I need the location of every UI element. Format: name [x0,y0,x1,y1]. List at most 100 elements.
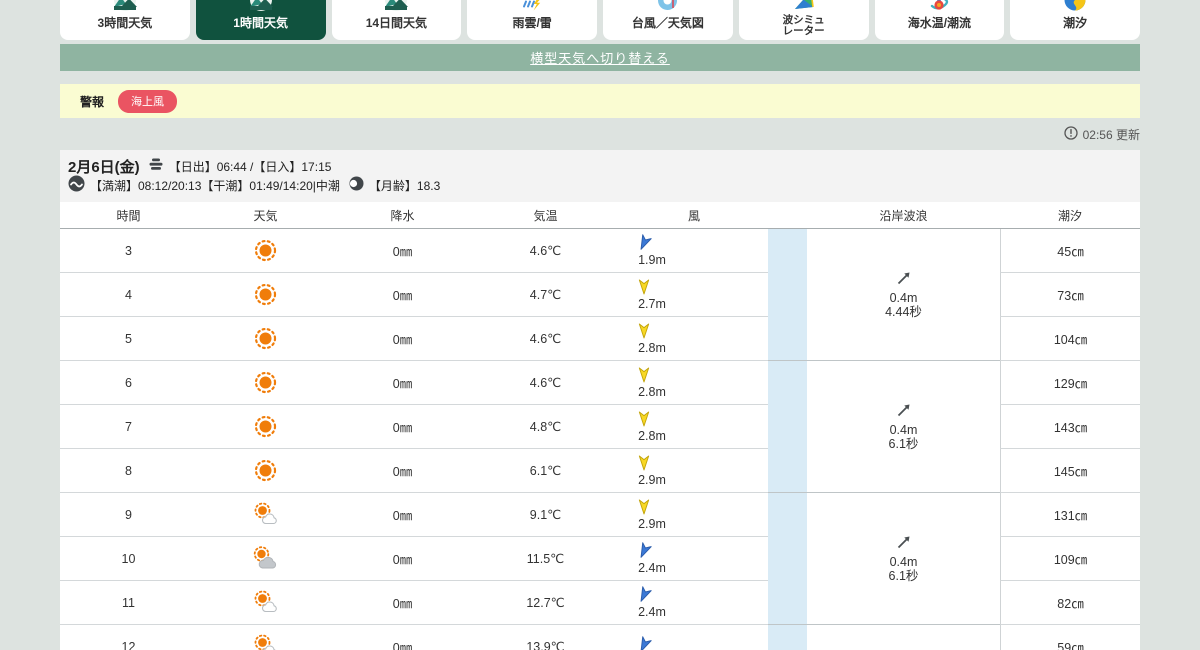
wind-direction-arrow-icon [636,541,652,562]
tide-cell: 143㎝ [1000,405,1140,449]
precip-cell: 0㎜ [334,537,471,581]
tide-cell: 73㎝ [1000,273,1140,317]
tab-label: 台風／天気図 [631,16,704,30]
temp-cell: 4.6℃ [471,361,620,405]
hour-cell: 8 [60,449,197,493]
hour-cell: 11 [60,581,197,625]
wind-speed: 2.8m [638,428,666,443]
switch-layout-link[interactable]: 横型天気へ切り替える [530,48,670,67]
precip-cell: 0㎜ [334,493,471,537]
coastal-wave-cell: 0.4m 6.1秒 [807,361,1000,493]
hour-cell: 7 [60,405,197,449]
wind-direction-arrow-icon [636,279,652,298]
tab-波シミュレーター[interactable]: 波シミュ レーター [738,0,869,40]
wind-cell: 2.9m [620,449,768,493]
wind-cell: 2.4m [620,581,768,625]
wind-cell: 1.9m [620,229,768,273]
tab-label: 潮汐 [1063,16,1088,30]
wave-height: 0.4m [889,422,918,437]
warning-bar: 警報 海上風 [60,84,1140,118]
forecast-icon [332,0,462,15]
sunset-icon [148,157,164,177]
temp-cell: 4.6℃ [471,317,620,361]
wind-direction-arrow-icon [636,367,652,386]
tab-label: 1時間天気 [233,16,288,30]
temp-cell: 12.7℃ [471,581,620,625]
wave-period: 6.1秒 [888,569,919,584]
tide-cell: 45㎝ [1000,229,1140,273]
temp-cell: 6.1℃ [471,449,620,493]
tide-cell: 59㎝ [1000,625,1140,650]
temp-cell: 13.9℃ [471,625,620,650]
wind-speed: 2.9m [638,472,666,487]
temp-cell: 4.7℃ [471,273,620,317]
column-header-6: 沿岸波浪 [807,202,1000,229]
weather-icon-sun-cloud [197,493,334,537]
warning-badge-sea-wind[interactable]: 海上風 [118,89,178,113]
wind-speed: 1.9m [638,252,666,267]
tab-3時間天気[interactable]: 3時間天気 [60,0,190,40]
layout-switch-banner: 横型天気へ切り替える [60,44,1140,71]
coastal-wave-cell: 0.4m 6.1秒 [807,493,1000,625]
wind-speed: 2.4m [638,560,666,575]
wind-cell: 2.7m [620,273,768,317]
wave-period: 6.1秒 [888,437,919,452]
precip-cell: 0㎜ [334,581,471,625]
hourly-weather-table: 時間 天気 降水 気温風沿岸波浪 潮汐 3 0㎜ 4.6℃ 1.9m 45㎝ 4 0㎜ 4.7℃ 2.7m… [60,202,1140,650]
wave-direction-arrow-icon [895,269,913,290]
weather-nav-tabs: 3時間天気 1時間天気 14日間天気 雨雲/雷 台風／天気図 波シミュ レーター 海水温/潮流… [60,0,1140,40]
wind-direction-arrow-icon [636,499,652,518]
tab-label: 14日間天気 [365,16,428,30]
wave-strip [768,537,807,581]
tab-label: 雨雲/雷 [512,16,552,30]
tide-icon [1010,0,1140,15]
temp-cell: 4.6℃ [471,229,620,273]
warning-label: 警報 [80,94,105,109]
wave-icon [68,175,85,197]
hour-cell: 5 [60,317,197,361]
tide-cell: 145㎝ [1000,449,1140,493]
wind-cell: 2.8m [620,317,768,361]
precip-cell: 0㎜ [334,317,471,361]
wave-strip [768,625,807,650]
tide-cell: 104㎝ [1000,317,1140,361]
wave-direction-arrow-icon [895,533,913,554]
update-time: 02:56 更新 [1082,127,1140,142]
tab-1時間天気[interactable]: 1時間天気 [195,0,326,40]
tab-label: 波シミュ レーター [782,14,825,38]
wind-direction-arrow-icon [636,636,652,650]
hour-cell: 3 [60,229,197,273]
temp-cell: 4.8℃ [471,405,620,449]
wind-cell: 2.4m [620,537,768,581]
typhoon-icon [603,0,733,15]
weather-page: 3時間天気 1時間天気 14日間天気 雨雲/雷 台風／天気図 波シミュ レーター 海水温/潮流… [0,0,1200,650]
column-header-5: 風 [620,202,768,229]
tide-cell: 109㎝ [1000,537,1140,581]
tide-cell: 129㎝ [1000,361,1140,405]
hour-cell: 9 [60,493,197,537]
tide-cell: 82㎝ [1000,581,1140,625]
tab-雨雲/雷[interactable]: 雨雲/雷 [467,0,597,40]
hour-cell: 4 [60,273,197,317]
wave-direction-arrow-icon [895,401,913,422]
column-header-7: 潮汐 [1000,202,1140,229]
tide-times-text: 【満潮】08:12/20:13【干潮】01:49/14:20|中潮 [90,179,340,193]
column-header-4: 気温 [471,202,620,229]
wind-speed: 2.7m [638,296,666,311]
weather-icon-sun-cloud [197,625,334,650]
hour-cell: 10 [60,537,197,581]
tab-海水温/潮流[interactable]: 海水温/潮流 [874,0,1005,40]
tab-台風／天気図[interactable]: 台風／天気図 [603,0,733,40]
weather-icon-sunny [197,405,334,449]
wave-strip [768,273,807,317]
forecast-icon [196,0,326,15]
wind-cell [620,625,768,650]
tab-潮汐[interactable]: 潮汐 [1010,0,1140,40]
weather-icon-sun-graycloud [197,537,334,581]
wave-height: 0.4m [889,554,918,569]
wind-direction-arrow-icon [636,411,652,430]
tab-14日間天気[interactable]: 14日間天気 [331,0,462,40]
coastal-wave-cell: 0.4m 4.44秒 [807,229,1000,361]
weather-icon-sunny [197,361,334,405]
radar-icon [467,0,597,15]
